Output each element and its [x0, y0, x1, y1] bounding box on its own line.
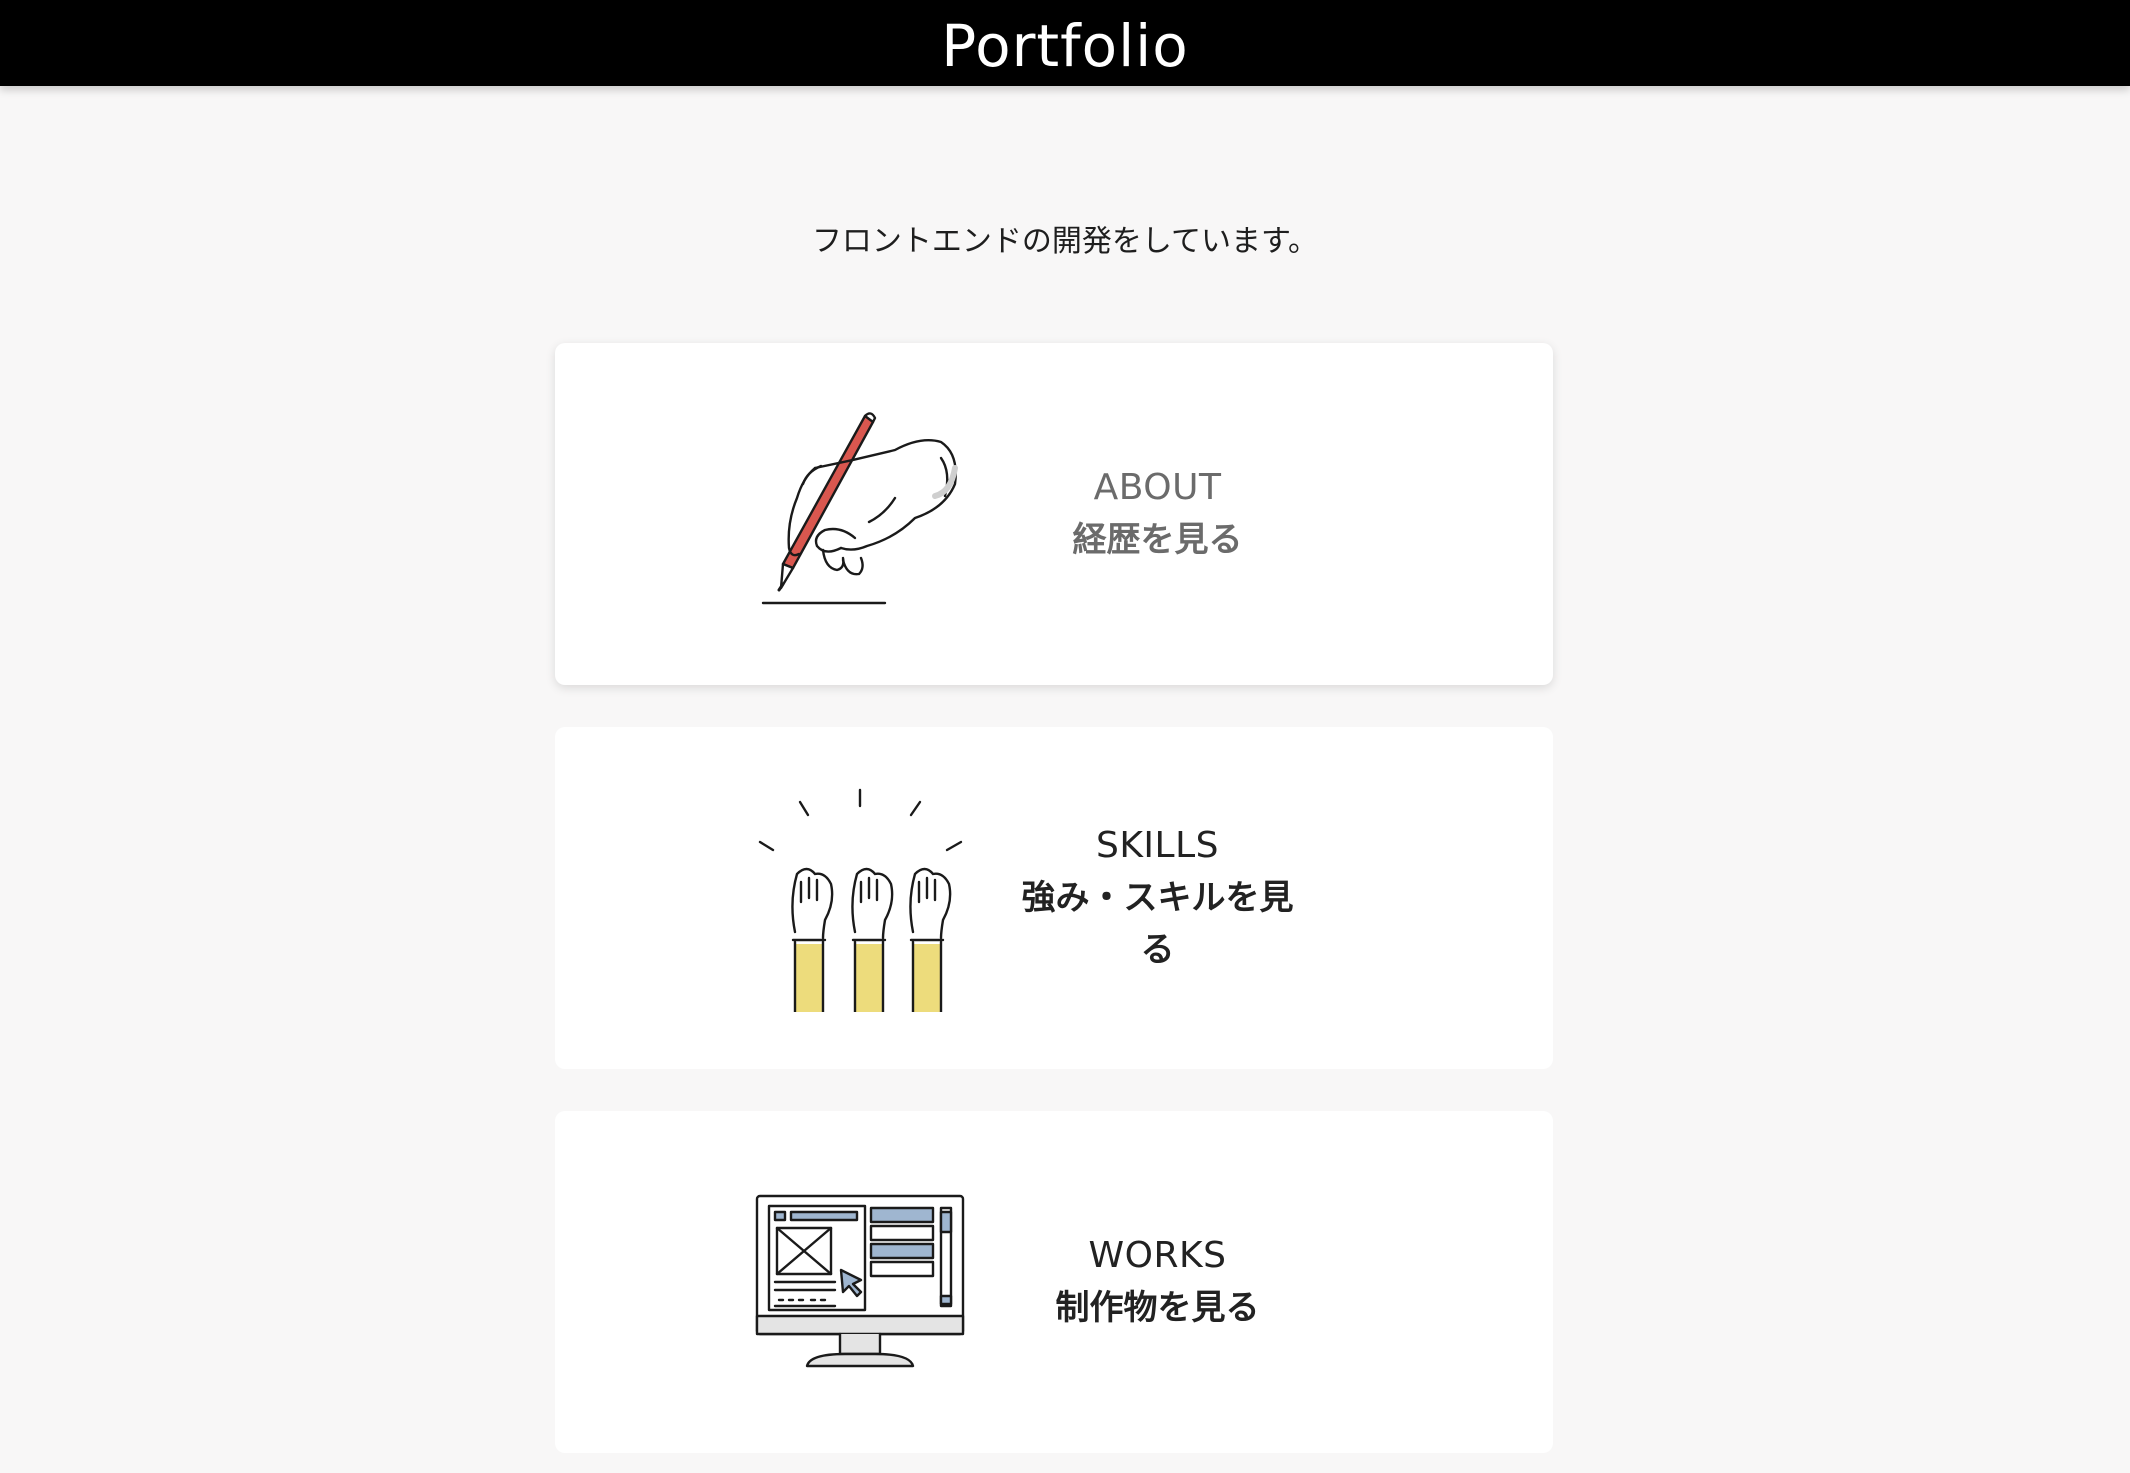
- skills-card[interactable]: SKILLS 強み・スキルを見る: [555, 727, 1553, 1069]
- skills-subtitle: 強み・スキルを見る: [1021, 878, 1294, 970]
- works-card[interactable]: WORKS 制作物を見る: [555, 1111, 1553, 1453]
- skills-title: SKILLS: [1095, 825, 1220, 866]
- computer-monitor-wireframe-icon: [745, 1166, 975, 1396]
- intro-text: フロントエンドの開発をしています。: [811, 224, 1319, 259]
- about-card[interactable]: ABOUT 経歴を見る: [555, 343, 1553, 685]
- works-subtitle: 制作物を見る: [1055, 1288, 1260, 1328]
- raised-hands-icon: [745, 782, 975, 1018]
- works-title: WORKS: [1088, 1235, 1227, 1276]
- site-header: Portfolio: [0, 0, 2130, 86]
- hand-writing-pencil-icon: [745, 398, 975, 628]
- site-title[interactable]: Portfolio: [941, 17, 1189, 75]
- about-title: ABOUT: [1093, 467, 1222, 508]
- about-subtitle: 経歴を見る: [1072, 520, 1243, 560]
